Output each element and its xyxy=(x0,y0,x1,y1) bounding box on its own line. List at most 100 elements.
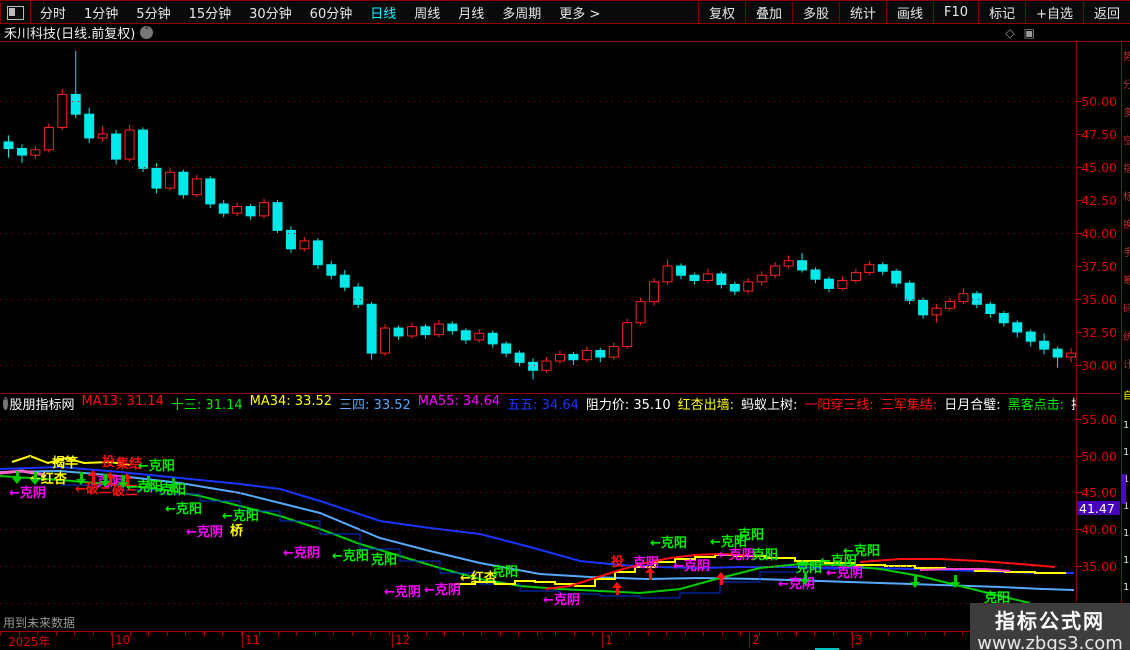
down-arrow-icon xyxy=(100,474,110,487)
indicator-value: 日月合璧: xyxy=(944,398,1001,412)
timeline-month-mark xyxy=(602,632,603,648)
up-arrow-icon xyxy=(88,470,98,483)
timeline-month-mark xyxy=(242,632,243,648)
timeline-tick xyxy=(647,632,649,636)
signal-label: ←克阳 xyxy=(222,509,259,524)
candle-body xyxy=(904,282,915,301)
candle-body xyxy=(770,265,781,276)
indicator-axis-tick xyxy=(1077,566,1082,567)
diamond-icon[interactable]: ◇ xyxy=(1005,26,1014,40)
down-arrow-icon xyxy=(12,471,22,484)
candle-body xyxy=(232,206,243,214)
tab-period-分时[interactable]: 分时 xyxy=(31,3,75,22)
main-axis-label: 45.00 xyxy=(1081,160,1117,175)
tab-period-周线[interactable]: 周线 xyxy=(405,3,449,22)
main-gridline xyxy=(0,167,1076,168)
menu-统计[interactable]: 统计 xyxy=(839,2,886,23)
chevron-down-icon[interactable]: ˅ xyxy=(140,26,154,39)
timeline-month-mark xyxy=(749,632,750,648)
indicator-axis-tick xyxy=(1077,492,1082,493)
candle-body xyxy=(205,178,216,205)
menu-标记[interactable]: 标记 xyxy=(978,2,1025,23)
timeline-month-label: 10 xyxy=(115,633,131,647)
candle-body xyxy=(16,148,27,156)
sidebar-char: 码 xyxy=(1123,300,1130,315)
tab-period-60分钟[interactable]: 60分钟 xyxy=(301,3,362,22)
candle-body xyxy=(191,178,202,196)
indicator-axis-label: 55.00 xyxy=(1081,412,1117,427)
timeline-month-label: 3 xyxy=(855,633,863,647)
indicator-gridline xyxy=(0,529,1076,530)
timeline-tick xyxy=(481,632,482,636)
candle-body xyxy=(164,171,175,189)
signal-label: ←克阴 xyxy=(384,585,421,600)
candle-body xyxy=(689,274,700,282)
timeline-axis[interactable]: 2025年 10 11 12 1 2 3 xyxy=(0,631,1120,649)
signal-label: ←克阴 xyxy=(9,486,46,501)
main-axis-tick xyxy=(1077,134,1082,135)
indicator-axis-tick xyxy=(1077,456,1082,457)
menu-+自选[interactable]: +自选 xyxy=(1025,2,1083,23)
menu-F10[interactable]: F10 xyxy=(933,2,978,23)
main-axis-label: 35.00 xyxy=(1081,292,1117,307)
tab-period-1分钟[interactable]: 1分钟 xyxy=(75,3,127,22)
tab-period-15分钟[interactable]: 15分钟 xyxy=(180,3,241,22)
candle-body xyxy=(178,171,189,196)
main-axis-label: 30.00 xyxy=(1081,358,1117,373)
main-axis-label: 37.50 xyxy=(1081,259,1117,274)
tab-period-月线[interactable]: 月线 xyxy=(449,3,493,22)
indicator-chevron-icon[interactable]: ˅ xyxy=(3,397,8,410)
indicator-value: 蚂蚁上树: xyxy=(741,398,798,412)
signal-label: 克阳 xyxy=(492,565,519,580)
signal-label: ←克阳 xyxy=(138,459,175,474)
timeline-tick xyxy=(666,632,667,636)
tab-period-30分钟[interactable]: 30分钟 xyxy=(240,3,301,22)
candle-body xyxy=(70,93,81,115)
tab-period-5分钟[interactable]: 5分钟 xyxy=(127,3,179,22)
menu-画线[interactable]: 画线 xyxy=(886,2,933,23)
signal-label: 揭竿 xyxy=(52,456,79,471)
menu-返回[interactable]: 返回 xyxy=(1082,2,1130,23)
candle-body xyxy=(1039,340,1050,350)
timeline-month-label: 1 xyxy=(605,633,613,647)
sidebar-char: 多 xyxy=(1123,104,1130,119)
main-candlestick-chart[interactable] xyxy=(0,42,1076,393)
timeline-tick xyxy=(55,632,57,636)
menu-多股[interactable]: 多股 xyxy=(791,2,839,23)
current-value-badge: 41.47 xyxy=(1077,501,1120,516)
sidebar-char: 统 xyxy=(1123,328,1130,343)
indicator-axis-label: 35.00 xyxy=(1081,559,1117,574)
indicator-value: 三四: 33.52 xyxy=(339,398,411,412)
tool-menu: 复权 叠加 多股 统计 画线 F10 标记 +自选 返回 xyxy=(697,2,1130,23)
candle-body xyxy=(918,299,929,316)
window-layout-iconbox[interactable] xyxy=(0,2,31,23)
sidebar-char: 分 xyxy=(1123,76,1130,91)
main-axis-tick xyxy=(1077,299,1082,300)
down-arrow-icon xyxy=(168,478,178,491)
timeline-tick xyxy=(277,632,279,636)
tab-period-多周期[interactable]: 多周期 xyxy=(493,3,550,22)
candle-body xyxy=(931,307,942,316)
main-axis-tick xyxy=(1077,233,1082,234)
timeline-tick xyxy=(296,632,297,636)
down-arrow-icon xyxy=(950,575,960,588)
menu-复权[interactable]: 复权 xyxy=(697,2,745,23)
indicator-chart[interactable]: 揭竿投集结←克阳←红杏克阴←破三破三←克阳克阳←克阴←克阳←克阳桥←克阴←克阴←… xyxy=(0,413,1076,611)
timeline-tick xyxy=(740,632,741,636)
right-sidebar-strip[interactable]: 势分多空指标换手筹码统计自111111111 xyxy=(1121,42,1130,650)
signal-label: ←克阴 xyxy=(424,583,461,598)
down-arrow-icon xyxy=(76,472,86,485)
main-axis-label: 47.50 xyxy=(1081,127,1117,142)
candle-body xyxy=(326,264,337,276)
timeline-tick xyxy=(703,632,704,636)
tab-period-更多 >[interactable]: 更多 > xyxy=(550,3,609,22)
candle-body xyxy=(729,283,740,292)
up-arrow-icon xyxy=(645,567,655,580)
indicator-value: 一阳穿三线: xyxy=(804,398,874,412)
indicator-gridline xyxy=(0,456,1076,457)
signal-label: ←克阳 xyxy=(843,544,880,559)
candle-body xyxy=(43,126,54,151)
tab-period-日线[interactable]: 日线 xyxy=(361,3,405,22)
menu-叠加[interactable]: 叠加 xyxy=(744,2,792,23)
panel-icon[interactable]: ▣ xyxy=(1024,26,1035,40)
